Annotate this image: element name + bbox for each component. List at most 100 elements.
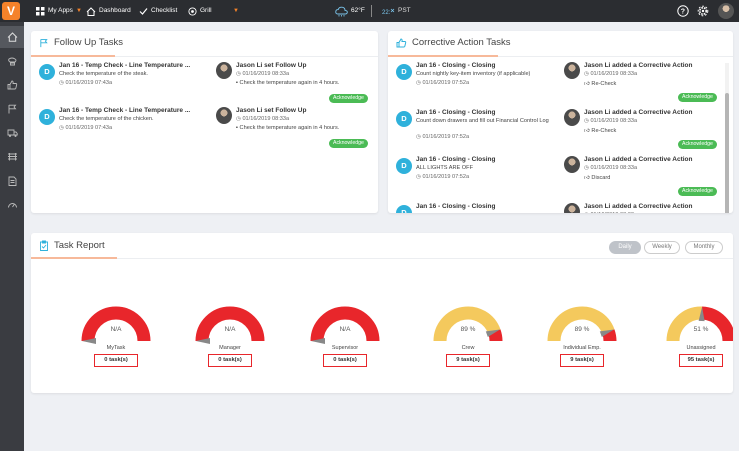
response-note-text: Discard [591,175,611,181]
location-icon [188,6,197,16]
gauge-unassigned: 51 % Unassigned 95 task(s) [661,293,733,373]
task-time: 01/16/2019 07:52a [422,173,470,180]
avatar [564,109,580,126]
dashboard-icon [7,203,17,208]
task-row[interactable]: D Jan 16 - Temp Check - Line Temperature… [39,62,371,106]
settings-button[interactable] [697,0,709,22]
gauge-crew: 89 % Crew 9 task(s) [428,293,508,373]
task-timestamp: ◷ 01/16/2019 07:52a [416,174,469,180]
response-note: 👍︎ Re-Check [584,80,616,87]
divider [31,258,733,259]
avatar [564,203,580,213]
home-icon [86,6,96,16]
sidebar-item-equipment[interactable] [0,146,24,168]
app-logo[interactable]: V [2,2,20,20]
gauge-label: Unassigned [686,345,716,351]
gauge-task-count[interactable]: 9 task(s) [446,354,490,367]
task-row[interactable]: D Jan 16 - Closing - Closing Count night… [396,62,718,106]
thumbs-up-icon [396,37,407,47]
period-weekly-button[interactable]: Weekly [644,241,680,254]
clipboard-icon [40,240,48,251]
task-time: 01/16/2019 07:52a [422,134,470,140]
response-timestamp: ◷ 01/16/2019 08:33a [584,118,637,124]
svg-text:22:: 22: [382,10,391,16]
task-title[interactable]: Jan 16 - Closing - Closing [416,156,551,163]
task-title[interactable]: Jan 16 - Closing - Closing [416,203,551,210]
checklist-label: Checklist [151,7,178,14]
sidebar-item-delivery[interactable] [0,122,24,144]
card-title: Corrective Action Tasks [396,37,511,48]
task-row[interactable]: D Jan 16 - Closing - Closing Count down … [396,109,718,153]
sidebar-item-reports[interactable] [0,170,24,192]
grid-icon [36,6,45,15]
response-time: 01/16/2019 08:33a [590,212,637,213]
title-underline [31,55,115,57]
task-avatar: D [396,205,412,213]
gauge-task-count[interactable]: 0 task(s) [208,354,252,367]
gauge-task-count[interactable]: 9 task(s) [560,354,604,367]
top-bar: V My Apps ▼ Dashboard Checklist Grill ▼ … [0,0,739,22]
task-row[interactable]: D Jan 16 - Temp Check - Line Temperature… [39,107,371,151]
grill-icon [7,153,17,161]
task-title[interactable]: Jan 16 - Temp Check - Line Temperature .… [59,62,214,69]
response-note: 👍︎ Discard [584,174,610,181]
avatar [216,62,232,79]
response-timestamp: ◷ 01/16/2019 08:33a [236,71,289,77]
response-note: ▪ Check the temperature again in 4 hours… [236,125,339,131]
task-title[interactable]: Jan 16 - Closing - Closing [416,109,551,116]
thumbs-up-icon [7,80,17,90]
sidebar-item-followup[interactable] [0,98,24,120]
response-time: 01/16/2019 08:33a [242,116,290,122]
flag-icon [8,104,16,114]
gear-icon [697,5,709,17]
task-row[interactable]: D Jan 16 - Closing - Closing ALL LIGHTS … [396,156,718,200]
acknowledge-button[interactable]: Acknowledge [678,93,717,102]
nav-dashboard[interactable]: Dashboard [86,0,131,22]
my-apps-menu[interactable]: My Apps ▼ [36,0,82,22]
sidebar-item-dashboard[interactable] [0,194,24,216]
task-title[interactable]: Jan 16 - Temp Check - Line Temperature .… [59,107,214,114]
gauge-task-count[interactable]: 0 task(s) [323,354,367,367]
task-row[interactable]: D Jan 16 - Closing - Closing Jason Li ad… [396,203,718,213]
acknowledge-button[interactable]: Acknowledge [329,94,368,103]
response-note-text: Re-Check [591,81,617,87]
sidebar [0,22,24,451]
checklist-icon [139,7,148,15]
home-icon [7,32,17,42]
task-report-card: Task Report Daily Weekly Monthly N/A MyT… [31,233,733,393]
sidebar-item-prep[interactable] [0,50,24,72]
acknowledge-button[interactable]: Acknowledge [678,187,717,196]
avatar [564,156,580,173]
user-menu[interactable] [718,0,734,22]
corrective-title: Corrective Action Tasks [412,37,511,48]
response-time: 01/16/2019 08:33a [590,118,638,124]
gauge-task-count[interactable]: 0 task(s) [94,354,138,367]
location-dropdown[interactable]: ▼ [233,0,239,22]
help-button[interactable]: ? [677,0,689,22]
task-description: Check the temperature of the steak. [59,71,148,77]
acknowledge-button[interactable]: Acknowledge [329,139,368,148]
timezone-widget: 22: PST [382,0,411,22]
task-time: 01/16/2019 07:52a [422,79,470,86]
acknowledge-button[interactable]: Acknowledge [678,140,717,149]
response-note-text: Check the temperature again in 4 hours. [239,80,340,86]
gauge-value: 89 % [574,326,590,333]
my-apps-label: My Apps [48,7,73,14]
period-daily-button[interactable]: Daily [609,241,641,254]
sidebar-item-home[interactable] [0,26,24,48]
location-selector[interactable]: Grill [188,0,212,22]
nav-checklist[interactable]: Checklist [139,0,177,22]
gauge-task-count[interactable]: 95 task(s) [679,354,723,367]
response-timestamp: ◷ 01/16/2019 08:33a [584,212,637,213]
gauge-value: N/A [110,326,122,333]
sidebar-item-feedback[interactable] [0,74,24,96]
scrollbar-thumb[interactable] [725,93,729,213]
follow-up-tasks-card: Follow Up Tasks D Jan 16 - Temp Check - … [31,31,378,213]
title-underline [388,55,498,57]
response-timestamp: ◷ 01/16/2019 08:33a [236,116,289,122]
response-time: 01/16/2019 08:33a [242,71,290,77]
task-title[interactable]: Jan 16 - Closing - Closing [416,62,551,69]
period-monthly-button[interactable]: Monthly [685,241,723,254]
weather-value: 62°F [351,7,365,14]
avatar [564,62,580,79]
